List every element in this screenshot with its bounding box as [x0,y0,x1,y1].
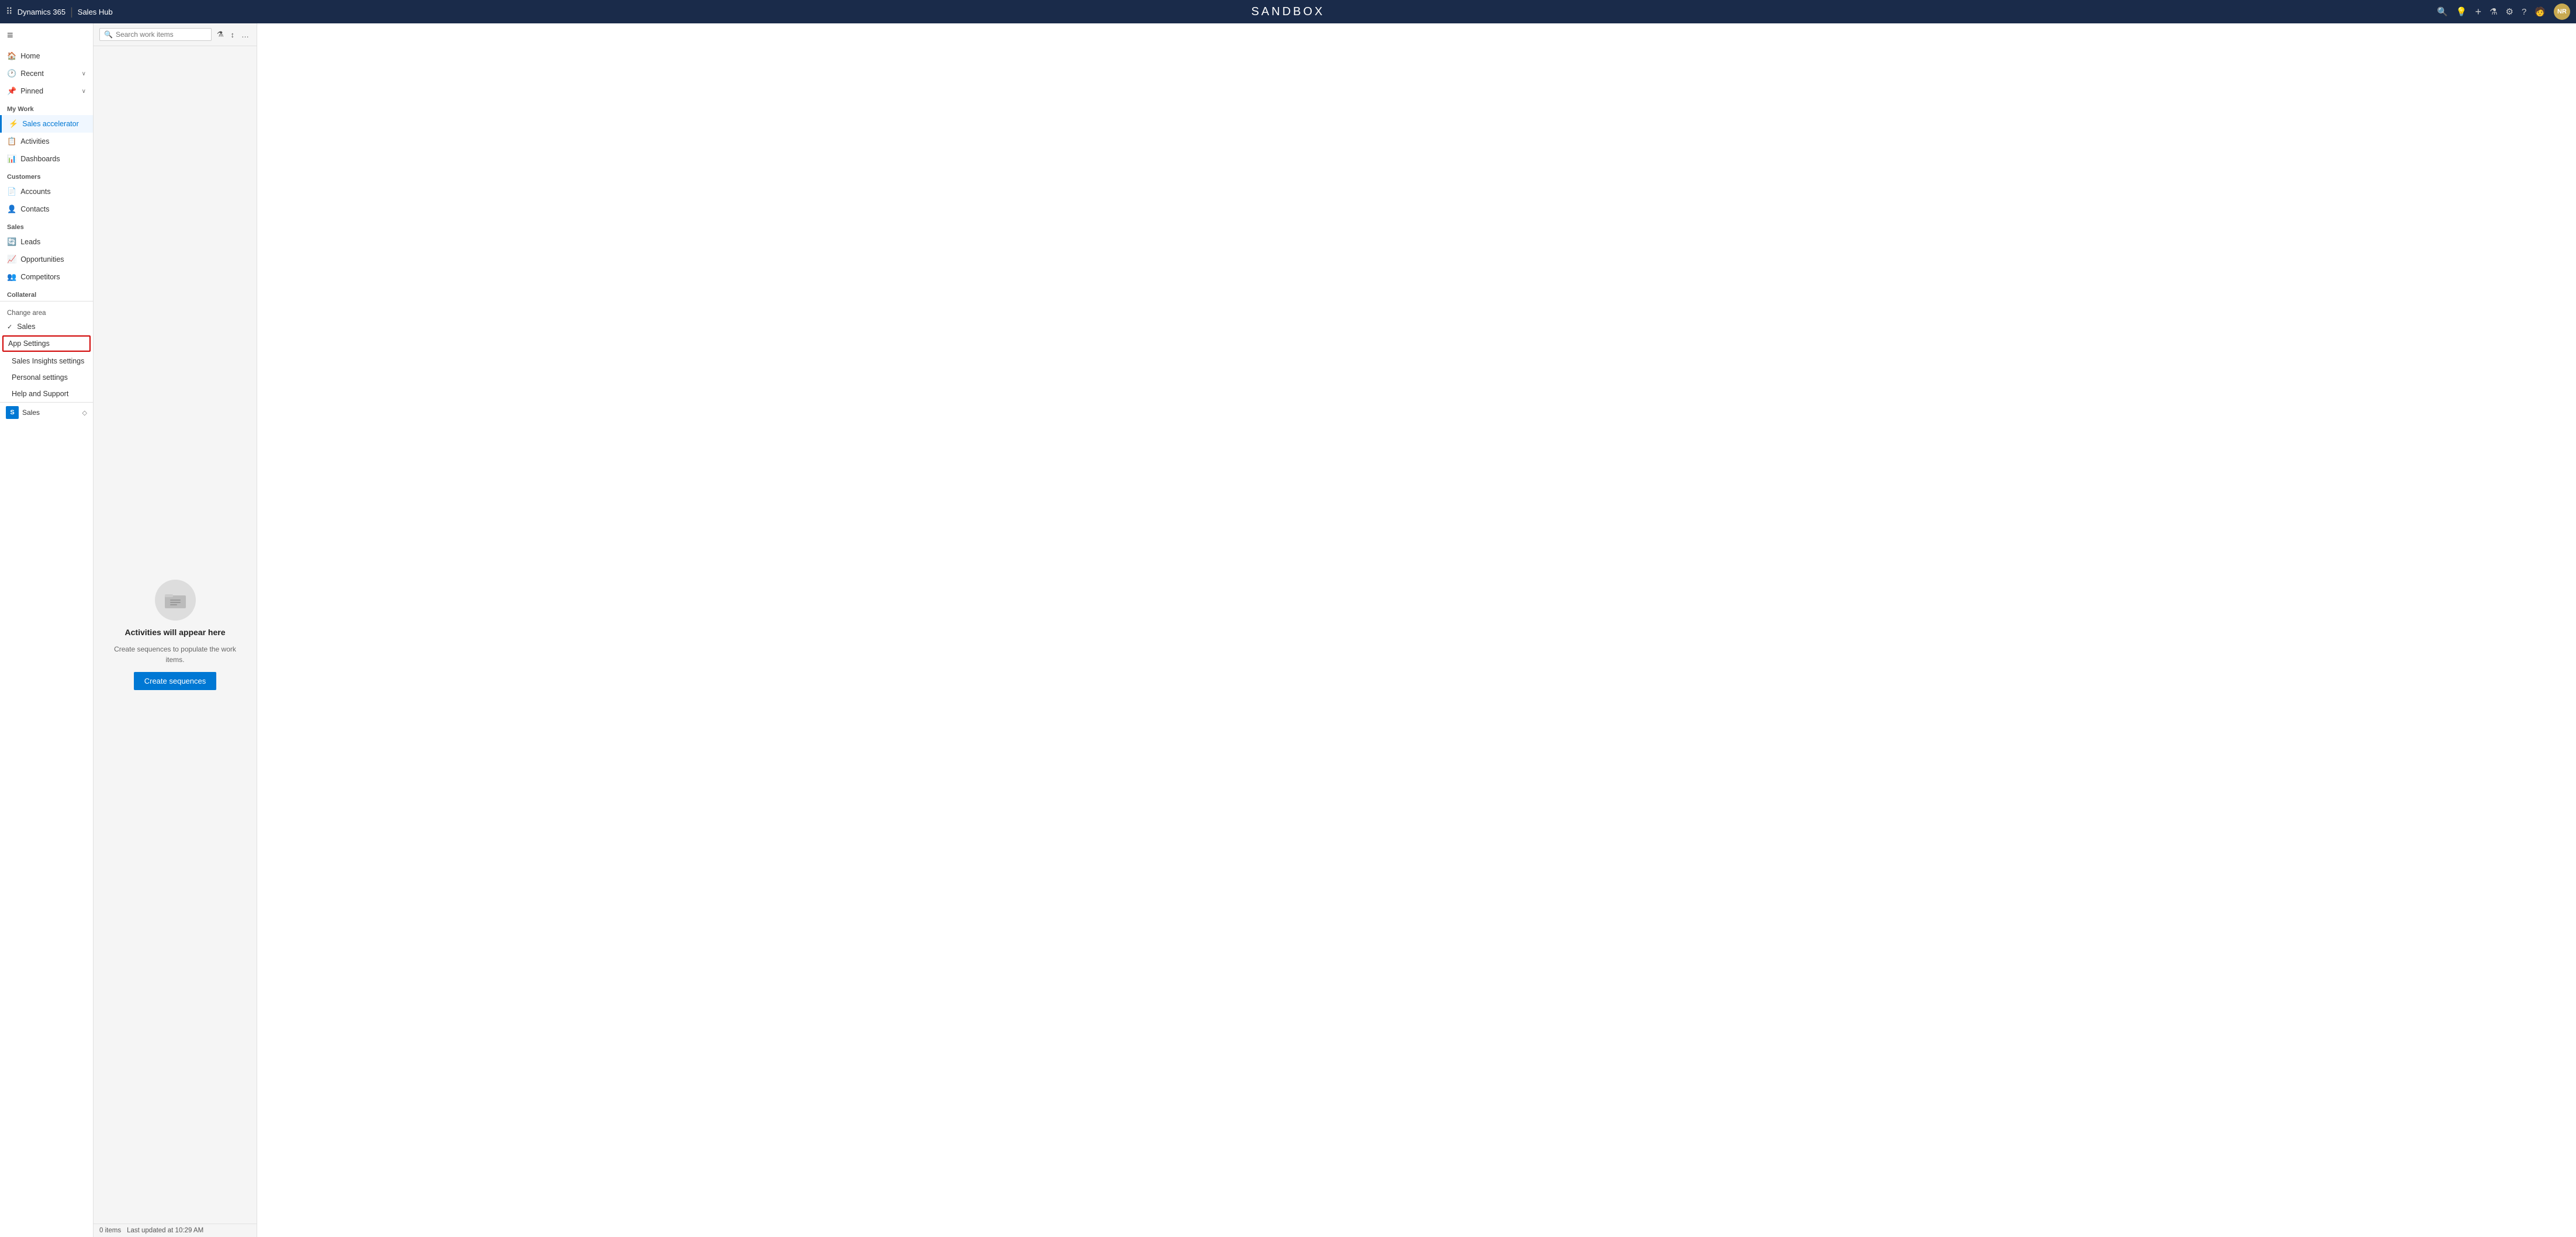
sidebar-item-leads-label: Leads [20,238,40,246]
sales-label: Sales [0,218,93,233]
bottom-expand-icon[interactable]: ◇ [82,409,87,417]
lightbulb-icon[interactable]: 💡 [2456,6,2467,17]
nav-divider: | [70,6,73,18]
competitors-icon: 👥 [7,272,16,282]
brand-name: Dynamics 365 [18,8,65,16]
change-area-section: Change area ✓ Sales App Settings Sales I… [0,301,93,402]
sandbox-title: SANDBOX [1251,5,1325,19]
personal-settings-label: Personal settings [12,373,68,382]
settings-icon[interactable]: ⚙ [2506,6,2513,17]
customers-label: Customers [0,168,93,183]
search-input[interactable] [116,30,207,39]
sidebar-item-leads[interactable]: 🔄 Leads [0,233,93,251]
app-settings-label: App Settings [8,339,50,348]
create-sequences-button[interactable]: Create sequences [134,672,217,690]
items-count: 0 items [99,1227,121,1234]
sidebar-item-dashboards-label: Dashboards [20,155,60,163]
sidebar-item-recent-label: Recent [20,70,44,78]
filter-icon[interactable]: ⚗ [2489,6,2497,17]
change-area-sales[interactable]: ✓ Sales [0,319,93,334]
empty-state-icon [155,580,196,621]
change-area-sales-label: Sales [17,323,35,331]
plus-icon[interactable]: + [2475,6,2482,18]
sidebar-bottom: S Sales ◇ [0,402,93,422]
sidebar-item-home-label: Home [20,52,40,60]
nav-icons: 🔍 💡 + ⚗ ⚙ ? 🧑 NR [2437,4,2570,20]
opportunities-icon: 📈 [7,255,16,264]
work-panel-toolbar: 🔍 ⚗ ↕ … [94,23,257,46]
work-panel-status: 0 items Last updated at 10:29 AM [94,1224,257,1237]
help-icon[interactable]: ? [2522,7,2526,17]
user-avatar[interactable]: NR [2554,4,2570,20]
search-icon[interactable]: 🔍 [2437,6,2448,17]
more-button[interactable]: … [240,29,251,40]
sidebar-item-dashboards[interactable]: 📊 Dashboards [0,150,93,168]
bottom-avatar: S [6,406,19,419]
checkmark-icon: ✓ [7,323,12,331]
empty-state: Activities will appear here Create seque… [94,46,257,1224]
person-icon[interactable]: 🧑 [2534,6,2546,17]
apps-grid-icon[interactable]: ⠿ [6,6,13,18]
sidebar-item-help-and-support[interactable]: Help and Support [0,386,93,402]
bottom-sales-label: Sales [22,408,40,417]
dashboards-icon: 📊 [7,154,16,164]
sales-accelerator-icon: ⚡ [9,119,18,129]
app-body: ≡ 🏠 Home 🕐 Recent ∨ 📌 Pinned ∨ My Work ⚡… [0,23,2576,1237]
contacts-icon: 👤 [7,205,16,214]
search-box-icon: 🔍 [104,30,113,39]
sidebar-item-activities[interactable]: 📋 Activities [0,133,93,150]
sidebar-item-sales-accelerator[interactable]: ⚡ Sales accelerator [0,115,93,133]
app-name: Sales Hub [78,8,113,16]
sidebar-item-contacts[interactable]: 👤 Contacts [0,200,93,218]
sidebar: ≡ 🏠 Home 🕐 Recent ∨ 📌 Pinned ∨ My Work ⚡… [0,23,94,1237]
sidebar-item-accounts-label: Accounts [20,188,50,196]
sidebar-item-sales-insights-settings[interactable]: Sales Insights settings [0,353,93,369]
sales-insights-settings-label: Sales Insights settings [12,357,84,365]
last-updated: Last updated at 10:29 AM [127,1227,203,1234]
change-area-label: Change area [0,305,93,319]
change-area-app-settings[interactable]: App Settings [2,335,91,352]
sidebar-item-sales-accelerator-label: Sales accelerator [22,120,79,128]
recent-icon: 🕐 [7,69,16,78]
sidebar-item-personal-settings[interactable]: Personal settings [0,369,93,386]
leads-icon: 🔄 [7,237,16,247]
sidebar-item-home[interactable]: 🏠 Home [0,47,93,65]
sidebar-item-competitors-label: Competitors [20,273,60,281]
sidebar-item-activities-label: Activities [20,137,49,145]
sidebar-item-opportunities[interactable]: 📈 Opportunities [0,251,93,268]
sidebar-item-pinned-label: Pinned [20,87,43,95]
sidebar-item-competitors[interactable]: 👥 Competitors [0,268,93,286]
sidebar-item-recent[interactable]: 🕐 Recent ∨ [0,65,93,82]
search-box[interactable]: 🔍 [99,28,212,41]
work-panel: 🔍 ⚗ ↕ … Activities will appear here Crea… [94,23,257,1237]
collateral-label: Collateral [0,286,93,301]
sidebar-toggle[interactable]: ≡ [0,23,93,47]
right-panel [257,23,2576,1237]
empty-subtitle: Create sequences to populate the work it… [105,644,245,665]
pinned-expand-icon: ∨ [82,88,86,95]
sidebar-item-pinned[interactable]: 📌 Pinned ∨ [0,82,93,100]
empty-title: Activities will appear here [125,628,226,637]
activities-icon: 📋 [7,137,16,146]
recent-expand-icon: ∨ [82,71,86,77]
my-work-label: My Work [0,100,93,115]
home-icon: 🏠 [7,51,16,61]
help-and-support-label: Help and Support [12,390,68,398]
top-nav: ⠿ Dynamics 365 | Sales Hub SANDBOX 🔍 💡 +… [0,0,2576,23]
sidebar-item-opportunities-label: Opportunities [20,255,64,264]
accounts-icon: 📄 [7,187,16,196]
sidebar-item-contacts-label: Contacts [20,205,49,213]
filter-button[interactable]: ⚗ [215,29,226,40]
sidebar-item-accounts[interactable]: 📄 Accounts [0,183,93,200]
sort-button[interactable]: ↕ [229,29,237,40]
pinned-icon: 📌 [7,86,16,96]
